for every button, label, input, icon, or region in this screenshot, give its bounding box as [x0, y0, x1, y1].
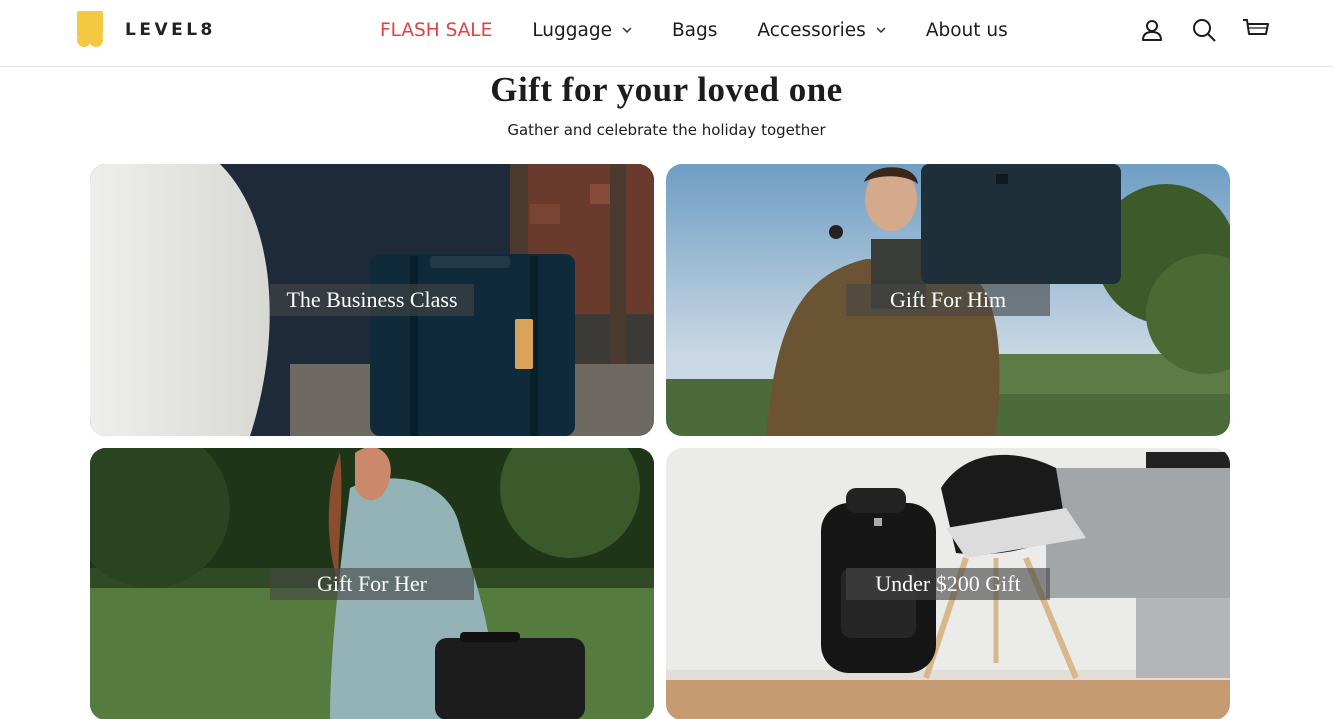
tile-label: Under $200 Gift [846, 568, 1050, 600]
search-button[interactable] [1190, 16, 1218, 44]
cart-button[interactable] [1242, 16, 1270, 44]
tile-business-class[interactable]: The Business Class [90, 164, 654, 436]
tile-under-200-gift[interactable]: Under $200 Gift [666, 448, 1230, 719]
tile-label: Gift For Her [270, 568, 474, 600]
chevron-down-icon [876, 27, 886, 33]
section-title: Gift for your loved one [490, 70, 843, 109]
tile-gift-for-him[interactable]: Gift For Him [666, 164, 1230, 436]
nav-label: Accessories [757, 19, 866, 41]
search-icon [1193, 19, 1216, 42]
account-button[interactable] [1138, 16, 1166, 44]
tile-label: The Business Class [270, 284, 474, 316]
nav-label: Luggage [532, 19, 612, 41]
nav-label: About us [925, 19, 1008, 41]
nav-label: Bags [671, 19, 718, 41]
account-icon [1142, 20, 1162, 41]
brand-name: LEVEL8 [125, 19, 216, 40]
tile-gift-for-her[interactable]: Gift For Her [90, 448, 654, 719]
section-subtitle: Gather and celebrate the holiday togethe… [507, 121, 826, 139]
brand-logo[interactable]: LEVEL8 [77, 11, 216, 48]
nav-about-us[interactable]: About us [926, 20, 1008, 41]
nav-flash-sale[interactable]: FLASH SALE [380, 20, 492, 41]
logo-mark-icon [77, 11, 103, 47]
site-header: LEVEL8 FLASH SALE Luggage Bags Accessori… [0, 0, 1333, 67]
nav-accessories[interactable]: Accessories [757, 19, 886, 41]
nav-label: FLASH SALE [380, 19, 493, 41]
chevron-down-icon [622, 27, 632, 33]
main-nav: FLASH SALE Luggage Bags Accessories Abou… [380, 18, 1048, 42]
tile-label: Gift For Him [846, 284, 1050, 316]
nav-bags[interactable]: Bags [672, 20, 717, 41]
nav-luggage[interactable]: Luggage [532, 20, 632, 41]
cart-icon [1243, 19, 1269, 35]
header-icons [1138, 16, 1294, 44]
